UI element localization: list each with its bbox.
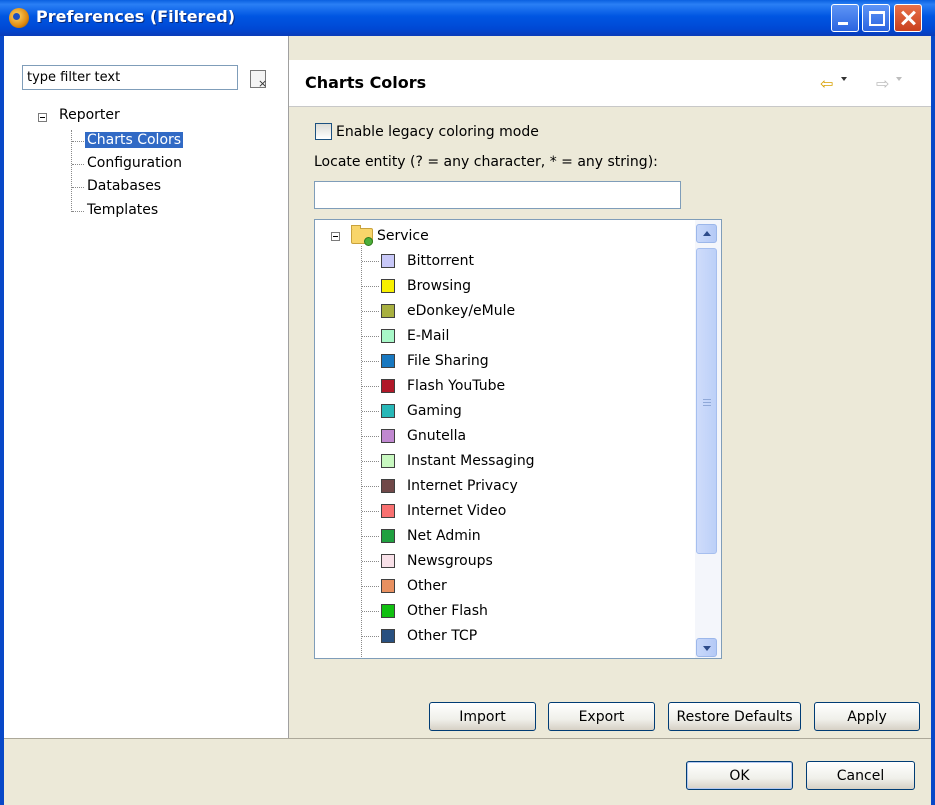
entity-item-label[interactable]: Other [407,578,447,594]
entity-tree-guide [362,461,379,462]
entity-item-label[interactable]: Browsing [407,278,471,294]
entity-item-label[interactable]: File Sharing [407,353,489,369]
entity-item-label[interactable]: Gnutella [407,428,466,444]
color-swatch[interactable] [381,404,395,418]
color-swatch[interactable] [381,279,395,293]
legacy-coloring-label[interactable]: Enable legacy coloring mode [336,124,539,140]
entity-item-label[interactable]: Instant Messaging [407,453,535,469]
tree-item-service[interactable]: Service [377,228,429,244]
folder-icon [351,225,373,246]
scroll-down-button[interactable] [696,638,717,657]
color-swatch[interactable] [381,379,395,393]
color-swatch[interactable] [381,429,395,443]
entity-color-tree[interactable] [314,219,722,659]
color-swatch[interactable] [381,554,395,568]
tree-guide [72,141,84,142]
entity-tree-guide [362,636,379,637]
entity-item-label[interactable]: Internet Video [407,503,506,519]
import-button[interactable]: Import [429,702,536,731]
entity-tree-guide [362,361,379,362]
service-collapse-toggle-icon[interactable] [331,232,340,241]
clear-filter-icon[interactable] [250,70,267,90]
collapse-toggle-icon[interactable] [38,113,47,122]
app-icon [9,8,29,28]
color-swatch[interactable] [381,354,395,368]
scroll-up-button[interactable] [696,224,717,243]
title-bar[interactable]: Preferences (Filtered) [0,0,935,36]
tree-guide [71,130,72,212]
locate-entity-label: Locate entity (? = any character, * = an… [314,154,658,170]
tree-guide [72,211,84,212]
color-swatch[interactable] [381,579,395,593]
entity-tree-guide [362,486,379,487]
ok-button[interactable]: OK [686,761,793,790]
entity-item-label[interactable]: E-Mail [407,328,449,344]
color-swatch[interactable] [381,454,395,468]
page-title: Charts Colors [305,73,427,92]
forward-arrow-icon[interactable]: ⇨ [876,74,889,93]
filter-input[interactable] [22,65,238,90]
entity-tree-guide [362,586,379,587]
tree-guide [72,164,84,165]
color-swatch[interactable] [381,479,395,493]
color-swatch[interactable] [381,304,395,318]
entity-item-label[interactable]: Gaming [407,403,462,419]
forward-dropdown-icon[interactable] [896,77,902,81]
entity-item-label[interactable]: Net Admin [407,528,481,544]
back-arrow-icon[interactable]: ⇦ [820,74,833,93]
tree-item-reporter[interactable]: Reporter [59,107,120,123]
tree-item-databases[interactable]: Databases [87,178,161,194]
close-button[interactable] [894,4,922,32]
maximize-button[interactable] [862,4,890,32]
entity-item-label[interactable]: Newsgroups [407,553,493,569]
entity-item-label[interactable]: Other Flash [407,603,488,619]
entity-tree-guide [361,246,362,657]
color-swatch[interactable] [381,504,395,518]
entity-tree-guide [362,536,379,537]
entity-item-label[interactable]: Internet Privacy [407,478,518,494]
legacy-coloring-checkbox[interactable] [315,123,332,140]
export-button[interactable]: Export [548,702,655,731]
color-swatch[interactable] [381,329,395,343]
entity-tree-guide [362,561,379,562]
apply-button[interactable]: Apply [814,702,920,731]
tree-item-charts-colors[interactable]: Charts Colors [85,132,184,148]
tree-item-configuration[interactable]: Configuration [87,155,182,171]
color-swatch[interactable] [381,629,395,643]
tree-item-templates[interactable]: Templates [87,202,158,218]
window-frame-right [931,36,935,805]
color-swatch[interactable] [381,604,395,618]
entity-tree-guide [362,336,379,337]
back-dropdown-icon[interactable] [841,77,847,81]
entity-tree-guide [362,511,379,512]
locate-entity-input[interactable] [314,181,681,209]
scrollbar-grip-icon [703,399,711,406]
restore-defaults-button[interactable]: Restore Defaults [668,702,801,731]
entity-tree-guide [362,311,379,312]
entity-tree-guide [362,436,379,437]
entity-item-label[interactable]: eDonkey/eMule [407,303,515,319]
entity-tree-guide [362,411,379,412]
entity-tree-guide [362,286,379,287]
entity-tree-guide [362,611,379,612]
entity-item-label[interactable]: Other TCP [407,628,477,644]
color-swatch[interactable] [381,529,395,543]
entity-tree-guide [362,261,379,262]
window-title: Preferences (Filtered) [36,7,236,26]
entity-item-label[interactable]: Bittorrent [407,253,474,269]
minimize-button[interactable] [831,4,859,32]
tree-guide [72,187,84,188]
color-swatch[interactable] [381,254,395,268]
entity-tree-guide [362,386,379,387]
cancel-button[interactable]: Cancel [806,761,915,790]
entity-item-label[interactable]: Flash YouTube [407,378,505,394]
